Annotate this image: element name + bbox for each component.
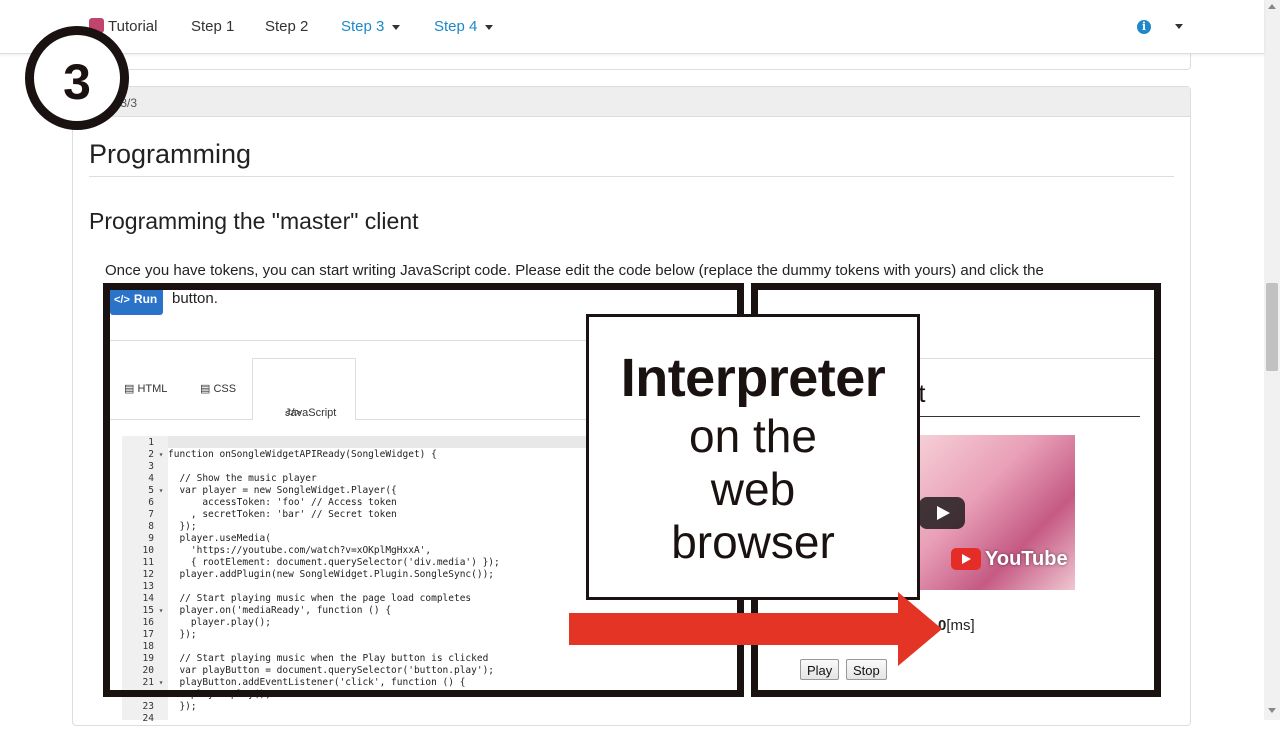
instruction-text: Once you have tokens, you can start writ… — [105, 262, 1044, 279]
chevron-down-icon — [392, 24, 401, 30]
scroll-down-arrow-icon[interactable] — [1268, 708, 1276, 713]
line-number: 23 — [142, 701, 154, 712]
nav-step-1[interactable]: Step 1 — [191, 18, 234, 35]
nav-step-4-label: Step 4 — [434, 18, 478, 35]
callout-line-4: browser — [671, 516, 835, 568]
interpreter-callout: Interpreter on the web browser — [586, 314, 920, 600]
code-line[interactable]: 24 — [122, 713, 592, 725]
info-icon[interactable]: i — [1137, 20, 1151, 34]
callout-line-1: Interpreter — [620, 348, 886, 408]
code-text: }); — [168, 701, 197, 712]
callout-line-2: on the — [689, 410, 817, 462]
red-arrow-icon — [569, 613, 903, 645]
nav-tutorial[interactable]: Tutorial — [108, 18, 157, 35]
code-line[interactable]: 23 }); — [122, 701, 592, 713]
red-arrow-head-icon — [898, 592, 942, 666]
top-navbar: Tutorial Step 1 Step 2 Step 3 Step 4 i — [0, 0, 1264, 54]
page-title: Programming — [89, 139, 252, 169]
scrollbar-thumb[interactable] — [1266, 283, 1278, 371]
divider — [89, 176, 1174, 177]
card-header: 3: 3/3 — [73, 87, 1190, 117]
callout-line-3: web — [710, 463, 796, 515]
line-number: 24 — [142, 713, 154, 724]
chevron-down-icon — [485, 24, 494, 30]
step-number: 3 — [63, 54, 91, 110]
nav-step-3-label: Step 3 — [341, 18, 385, 35]
nav-step-2[interactable]: Step 2 — [265, 18, 308, 35]
step-number-badge: 3 — [25, 26, 129, 130]
scroll-up-arrow-icon[interactable] — [1268, 4, 1276, 9]
nav-step-4[interactable]: Step 4 — [434, 18, 494, 35]
chevron-down-icon[interactable] — [1175, 24, 1183, 29]
section-title: Programming the "master" client — [89, 208, 419, 234]
nav-step-3[interactable]: Step 3 — [341, 18, 401, 35]
